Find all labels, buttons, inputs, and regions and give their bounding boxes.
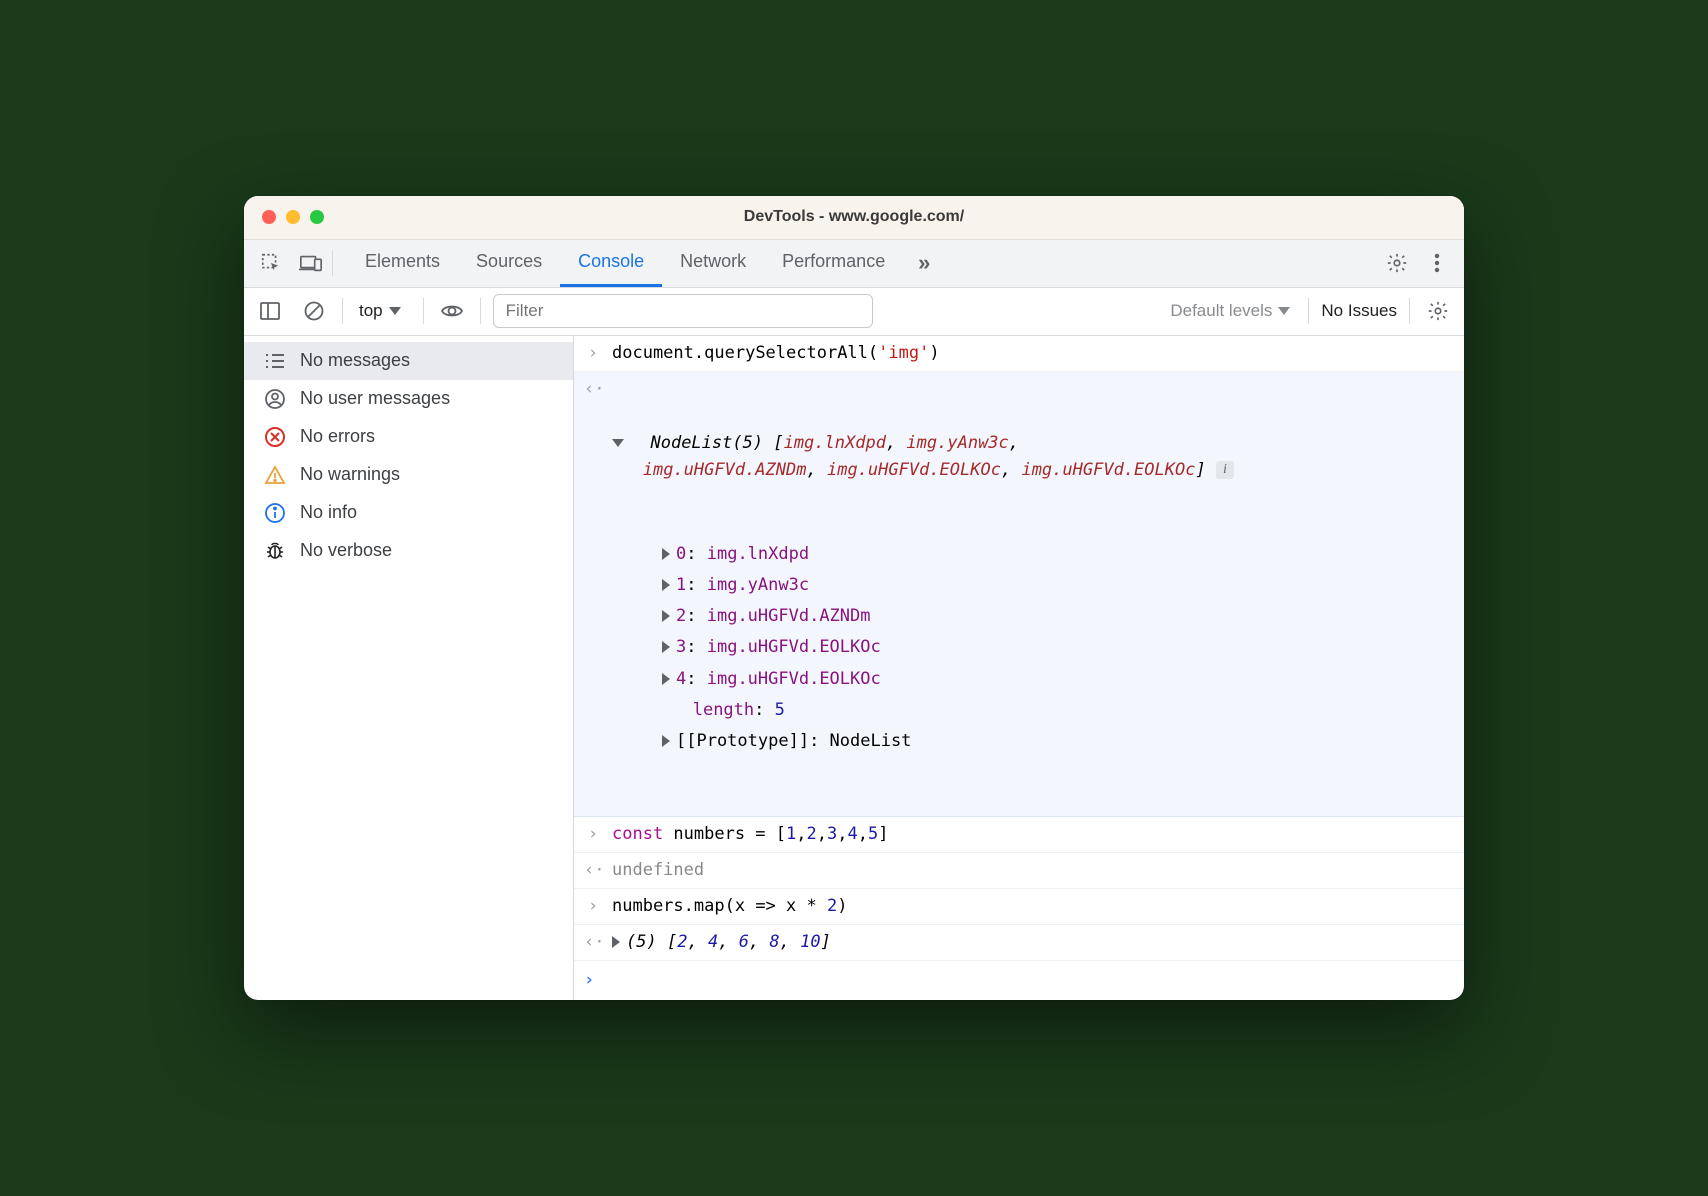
separator (1308, 298, 1309, 324)
console-input-row[interactable]: › const numbers = [1,2,3,4,5] (574, 817, 1464, 853)
console-output-row[interactable]: ‹· (5) [2, 4, 6, 8, 10] (574, 925, 1464, 961)
dropdown-icon (389, 307, 401, 315)
inspect-element-icon[interactable] (252, 244, 290, 282)
filter-input[interactable] (493, 294, 873, 328)
sidebar-label: No errors (300, 426, 375, 447)
console-result: (5) [2, 4, 6, 8, 10] (612, 929, 1454, 956)
log-levels-selector[interactable]: Default levels (1170, 301, 1296, 321)
separator (480, 298, 481, 324)
sidebar-label: No user messages (300, 388, 450, 409)
input-marker-icon: › (584, 821, 602, 848)
tab-network[interactable]: Network (662, 239, 764, 287)
console-output-row[interactable]: ‹· undefined (574, 853, 1464, 889)
window-title: DevTools - www.google.com/ (244, 208, 1464, 226)
settings-icon[interactable] (1378, 244, 1416, 282)
issues-label[interactable]: No Issues (1321, 301, 1397, 321)
console-code: document.querySelectorAll('img') (612, 340, 1454, 367)
maximize-window-button[interactable] (310, 210, 324, 224)
minimize-window-button[interactable] (286, 210, 300, 224)
tab-performance[interactable]: Performance (764, 239, 903, 287)
titlebar: DevTools - www.google.com/ (244, 196, 1464, 240)
sidebar-item-user-messages[interactable]: No user messages (244, 380, 573, 418)
sidebar-item-errors[interactable]: No errors (244, 418, 573, 456)
sidebar-label: No verbose (300, 540, 392, 561)
device-toolbar-icon[interactable] (292, 244, 330, 282)
separator (332, 250, 333, 276)
panel-tabs: Elements Sources Console Network Perform… (347, 239, 903, 287)
console-result: undefined (612, 857, 1454, 884)
devtools-window: DevTools - www.google.com/ Elements Sour… (244, 196, 1464, 1001)
console-content: No messages No user messages No error (244, 336, 1464, 1001)
separator (423, 298, 424, 324)
main-tabbar: Elements Sources Console Network Perform… (244, 240, 1464, 288)
levels-label: Default levels (1170, 301, 1272, 321)
console-toolbar: top Default levels No Issues (244, 288, 1464, 336)
output-marker-icon: ‹· (584, 857, 602, 884)
console-code: const numbers = [1,2,3,4,5] (612, 821, 1454, 848)
sidebar-item-messages[interactable]: No messages (244, 342, 573, 380)
toggle-sidebar-icon[interactable] (254, 295, 286, 327)
live-expression-icon[interactable] (436, 295, 468, 327)
console-code: numbers.map(x => x * 2) (612, 893, 1454, 920)
context-label: top (359, 301, 383, 321)
separator (342, 298, 343, 324)
sidebar-item-warnings[interactable]: No warnings (244, 456, 573, 494)
traffic-lights (262, 210, 324, 224)
more-options-icon[interactable] (1418, 244, 1456, 282)
sidebar-item-info[interactable]: No info (244, 494, 573, 532)
console-input-row[interactable]: › numbers.map(x => x * 2) (574, 889, 1464, 925)
output-marker-icon: ‹· (584, 376, 602, 403)
console-prompt[interactable]: › (574, 961, 1464, 1000)
warning-icon (264, 464, 286, 486)
tab-sources[interactable]: Sources (458, 239, 560, 287)
console-result: NodeList(5) [img.lnXdpd, img.yAnw3c, img… (612, 376, 1454, 812)
close-window-button[interactable] (262, 210, 276, 224)
output-marker-icon: ‹· (584, 929, 602, 956)
sidebar-label: No info (300, 502, 357, 523)
separator (1409, 298, 1410, 324)
more-tabs-icon[interactable]: » (905, 244, 943, 282)
console-output-row[interactable]: ‹· NodeList(5) [img.lnXdpd, img.yAnw3c, … (574, 372, 1464, 817)
tab-elements[interactable]: Elements (347, 239, 458, 287)
context-selector[interactable]: top (355, 301, 411, 321)
input-marker-icon: › (584, 893, 602, 920)
error-icon (264, 426, 286, 448)
clear-console-icon[interactable] (298, 295, 330, 327)
user-icon (264, 388, 286, 410)
console-input-row[interactable]: › document.querySelectorAll('img') (574, 336, 1464, 372)
tab-console[interactable]: Console (560, 239, 662, 287)
list-icon (264, 350, 286, 372)
message-sidebar: No messages No user messages No error (244, 336, 574, 1001)
sidebar-label: No messages (300, 350, 410, 371)
console-output[interactable]: › document.querySelectorAll('img') ‹· No… (574, 336, 1464, 1001)
bug-icon (264, 540, 286, 562)
input-marker-icon: › (584, 340, 602, 367)
sidebar-item-verbose[interactable]: No verbose (244, 532, 573, 570)
info-icon (264, 502, 286, 524)
sidebar-label: No warnings (300, 464, 400, 485)
console-settings-icon[interactable] (1422, 295, 1454, 327)
dropdown-icon (1278, 307, 1290, 315)
